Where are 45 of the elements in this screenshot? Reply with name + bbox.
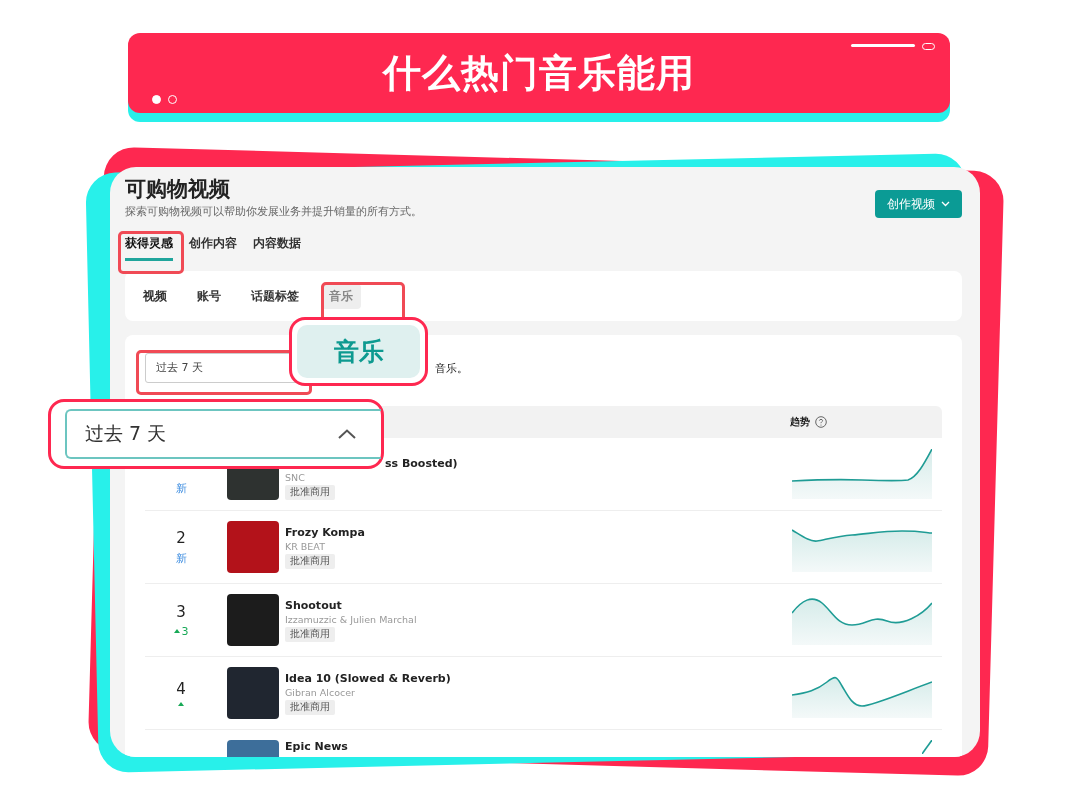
up-triangle-icon	[173, 629, 180, 633]
up-triangle-icon	[178, 702, 184, 706]
new-label: 新	[175, 480, 187, 496]
rank-number: 2	[176, 528, 186, 547]
help-icon[interactable]	[815, 416, 827, 428]
subtab[interactable]: 账号	[189, 283, 229, 309]
page-subtitle: 探索可购物视频可以帮助你发展业务并提升销量的所有方式。	[125, 205, 422, 219]
song-title[interactable]: ss Boosted)	[385, 456, 458, 470]
trend-header: 趋势	[790, 415, 810, 429]
cover-placeholder	[227, 667, 279, 719]
subtab[interactable]: 话题标签	[243, 283, 307, 309]
trend-sparkline	[922, 740, 932, 754]
chevron-down-icon	[941, 201, 950, 207]
song-title[interactable]: Frozy Kompa	[285, 525, 365, 539]
tab[interactable]: 创作内容	[189, 235, 237, 261]
license-tag: 批准商用	[285, 699, 335, 715]
rank-change: 3	[181, 624, 189, 638]
page-title: 可购物视频	[125, 176, 231, 203]
rank-number: 3	[176, 602, 186, 621]
tab[interactable]: 获得灵感	[125, 235, 173, 261]
song-title[interactable]: Epic News	[285, 740, 348, 753]
cover-placeholder	[227, 521, 279, 573]
select-value: 过去 7 天	[85, 421, 167, 446]
license-tag: 批准商用	[285, 484, 335, 500]
artist-name: SNC	[285, 471, 305, 483]
description-text: 音乐。	[435, 360, 468, 376]
highlight-frame	[118, 231, 184, 274]
artist-name: Gibran Alcocer	[285, 686, 355, 698]
period-select-zoom[interactable]: 过去 7 天	[65, 409, 381, 459]
music-callout: 音乐	[297, 325, 420, 378]
banner-title: 什么热门音乐能用	[383, 49, 695, 97]
song-title[interactable]: Idea 10 (Slowed & Reverb)	[285, 671, 451, 685]
song-title[interactable]: Shootout	[285, 598, 342, 612]
banner-line	[851, 44, 915, 47]
artist-name: KR BEAT	[285, 540, 325, 552]
tab[interactable]: 内容数据	[253, 235, 301, 261]
cover-placeholder	[227, 594, 279, 646]
rank-number: 4	[176, 680, 186, 698]
subtab[interactable]: 视频	[135, 283, 175, 309]
new-label: 新	[175, 550, 187, 566]
license-tag: 批准商用	[285, 626, 335, 642]
carousel-dot[interactable]	[152, 95, 161, 104]
artist-name: Izzamuzzic & Julien Marchal	[285, 613, 417, 625]
license-tag: 批准商用	[285, 553, 335, 569]
chevron-up-icon	[338, 429, 356, 439]
